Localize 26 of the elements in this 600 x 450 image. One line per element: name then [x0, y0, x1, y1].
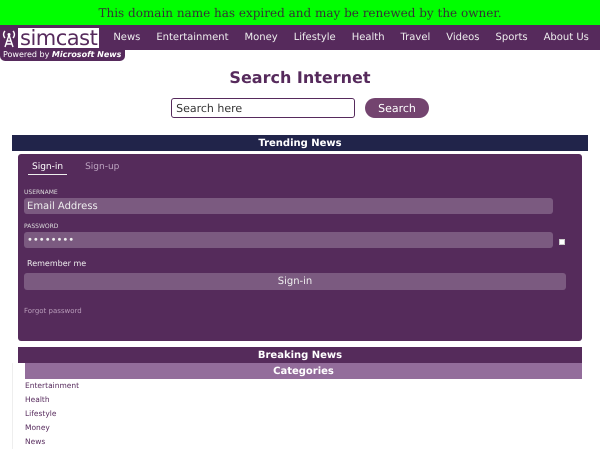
nav-link[interactable]: Health [344, 32, 393, 43]
breaking-news-heading: Breaking News [18, 347, 582, 363]
nav-link[interactable]: Lifestyle [286, 32, 344, 43]
powered-by-label: Powered by Microsoft News [0, 50, 126, 61]
expired-domain-notice: This domain name has expired and may be renewed by the owner. [0, 0, 600, 25]
search-field[interactable]: Search here [171, 98, 356, 118]
nav-link[interactable]: Videos [438, 32, 488, 43]
search-button[interactable]: Search [365, 98, 429, 118]
nav-link[interactable]: Travel [392, 32, 438, 43]
remember-me-label: Remember me [27, 259, 88, 268]
site-logo[interactable]: simcast [18, 28, 100, 48]
remember-checkbox[interactable] [559, 239, 565, 245]
sign-in-button[interactable]: Sign-in [24, 273, 566, 290]
nav-link[interactable]: Entertainment [148, 32, 237, 43]
login-tab[interactable]: Sign-up [81, 160, 124, 175]
login-tab[interactable]: Sign-in [28, 160, 68, 175]
search-title: Search Internet [229, 68, 371, 87]
nav-link[interactable]: About Us [536, 32, 597, 43]
nav-link[interactable]: Money [236, 32, 286, 43]
categories-heading: Categories [25, 363, 582, 379]
antenna-tower-icon [2, 28, 16, 48]
trending-news-heading: Trending News [12, 135, 588, 151]
password-field[interactable]: •••••••• [24, 232, 553, 248]
nav-link[interactable]: News [105, 32, 148, 43]
nav-link[interactable]: Sports [488, 32, 536, 43]
username-field[interactable]: Email Address [24, 198, 553, 214]
